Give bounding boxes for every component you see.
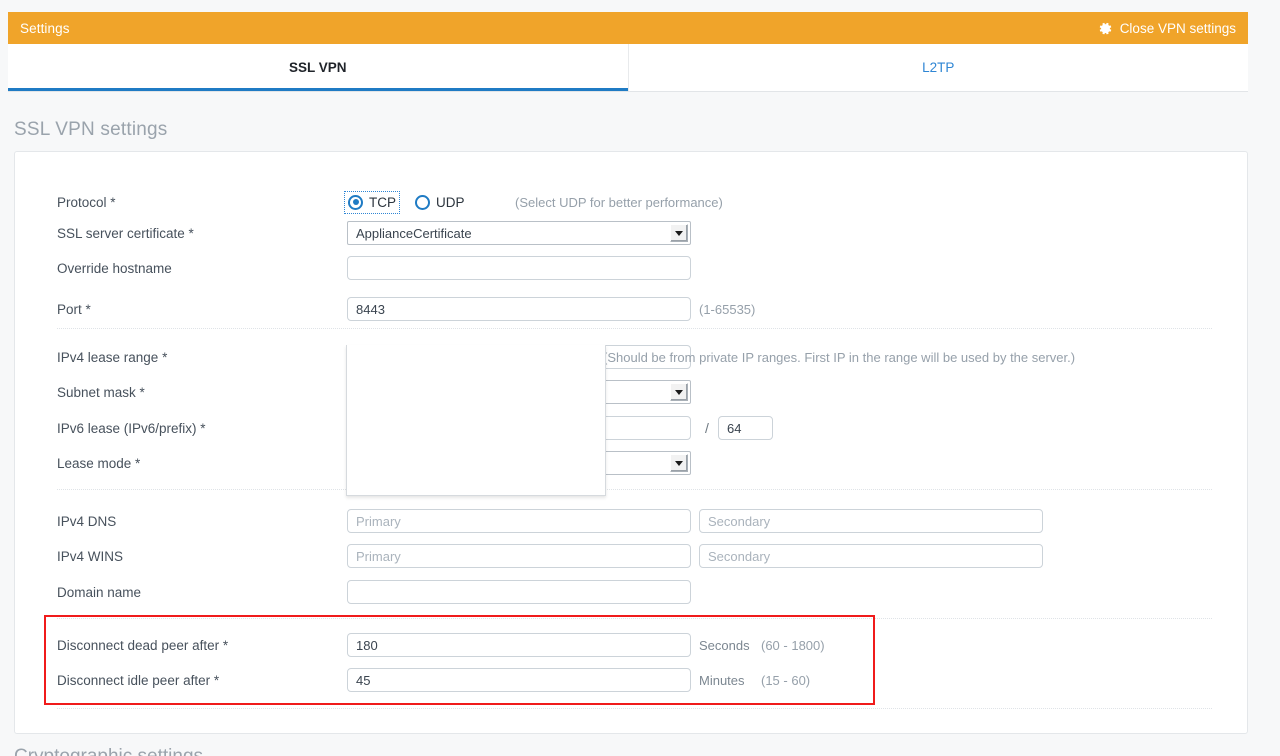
protocol-radio-group: TCP UDP bbox=[344, 190, 465, 214]
port-label: Port * bbox=[57, 301, 91, 317]
vpn-tabs: SSL VPN L2TP bbox=[8, 44, 1248, 92]
radio-protocol-udp-label: UDP bbox=[436, 194, 465, 210]
lease-mode-label: Lease mode * bbox=[57, 455, 141, 471]
radio-protocol-tcp-label: TCP bbox=[369, 194, 396, 210]
radio-selected-icon bbox=[348, 194, 363, 210]
override-hostname-input[interactable] bbox=[347, 256, 691, 280]
disconnect-dead-peer-range: (60 - 1800) bbox=[761, 637, 825, 653]
window-title: Settings bbox=[20, 20, 70, 36]
ssl-server-certificate-select[interactable]: ApplianceCertificate bbox=[347, 221, 691, 245]
row-protocol: Protocol * TCP UDP (Select UDP for bette… bbox=[15, 190, 1247, 214]
disconnect-idle-peer-label: Disconnect idle peer after * bbox=[57, 672, 220, 688]
divider bbox=[57, 708, 1212, 709]
chevron-down-icon bbox=[670, 454, 688, 472]
tab-l2tp-label: L2TP bbox=[922, 60, 955, 75]
ipv6-prefix-input[interactable] bbox=[718, 416, 773, 440]
row-disconnect-dead-peer: Disconnect dead peer after * Seconds (60… bbox=[15, 633, 1247, 657]
tab-l2tp[interactable]: L2TP bbox=[629, 44, 1249, 91]
disconnect-idle-peer-input[interactable] bbox=[347, 668, 691, 692]
row-ipv4-lease-range: IPv4 lease range * (Should be from priva… bbox=[15, 345, 1247, 369]
chevron-down-icon bbox=[670, 224, 688, 242]
ssl-vpn-settings-card: Protocol * TCP UDP (Select UDP for bette… bbox=[14, 151, 1248, 734]
close-vpn-settings-label: Close VPN settings bbox=[1119, 20, 1236, 36]
ssl-server-certificate-label: SSL server certificate * bbox=[57, 225, 194, 241]
close-vpn-settings-button[interactable]: Close VPN settings bbox=[1098, 21, 1236, 36]
subnet-mask-label: Subnet mask * bbox=[57, 384, 145, 400]
gear-icon bbox=[1098, 21, 1113, 36]
radio-protocol-tcp[interactable]: TCP bbox=[344, 190, 400, 214]
override-hostname-label: Override hostname bbox=[57, 260, 172, 276]
port-input[interactable] bbox=[347, 297, 691, 321]
radio-unselected-icon bbox=[415, 194, 430, 210]
ssl-server-certificate-value: ApplianceCertificate bbox=[356, 225, 472, 241]
divider bbox=[57, 618, 1212, 619]
divider bbox=[57, 328, 1212, 329]
domain-name-input[interactable] bbox=[347, 580, 691, 604]
divider bbox=[57, 489, 1212, 490]
row-ipv4-wins: IPv4 WINS bbox=[15, 544, 1247, 568]
ipv4-wins-label: IPv4 WINS bbox=[57, 548, 124, 564]
disconnect-idle-peer-unit: Minutes bbox=[699, 672, 745, 688]
domain-name-label: Domain name bbox=[57, 584, 142, 600]
protocol-hint: (Select UDP for better performance) bbox=[515, 194, 723, 210]
row-port: Port * (1-65535) bbox=[15, 297, 1247, 321]
ipv4-wins-primary-input[interactable] bbox=[347, 544, 691, 568]
protocol-label: Protocol * bbox=[57, 194, 116, 210]
ipv4-lease-range-label: IPv4 lease range * bbox=[57, 349, 168, 365]
row-subnet-mask: Subnet mask * bbox=[15, 380, 1247, 404]
disconnect-dead-peer-input[interactable] bbox=[347, 633, 691, 657]
vpn-settings-page: Settings Close VPN settings SSL VPN L2TP… bbox=[0, 0, 1280, 756]
ipv4-dns-primary-input[interactable] bbox=[347, 509, 691, 533]
ipv6-prefix-separator: / bbox=[705, 420, 709, 436]
disconnect-dead-peer-label: Disconnect dead peer after * bbox=[57, 637, 229, 653]
ipv4-wins-secondary-input[interactable] bbox=[699, 544, 1043, 568]
ipv6-lease-label: IPv6 lease (IPv6/prefix) * bbox=[57, 420, 206, 436]
settings-titlebar: Settings Close VPN settings bbox=[8, 12, 1248, 44]
tab-ssl-vpn-label: SSL VPN bbox=[288, 60, 347, 75]
radio-protocol-udp[interactable]: UDP bbox=[415, 194, 465, 210]
row-disconnect-idle-peer: Disconnect idle peer after * Minutes (15… bbox=[15, 668, 1247, 692]
ipv4-dns-secondary-input[interactable] bbox=[699, 509, 1043, 533]
chevron-down-icon bbox=[670, 383, 688, 401]
tab-ssl-vpn[interactable]: SSL VPN bbox=[8, 44, 629, 91]
row-ssl-server-certificate: SSL server certificate * ApplianceCertif… bbox=[15, 221, 1247, 245]
ipv4-dns-label: IPv4 DNS bbox=[57, 513, 117, 529]
row-override-hostname: Override hostname bbox=[15, 256, 1247, 280]
row-domain-name: Domain name bbox=[15, 580, 1247, 604]
disconnect-dead-peer-unit: Seconds bbox=[699, 637, 750, 653]
disconnect-idle-peer-range: (15 - 60) bbox=[761, 672, 811, 688]
row-ipv4-dns: IPv4 DNS bbox=[15, 509, 1247, 533]
page-title: SSL VPN settings bbox=[14, 119, 168, 140]
next-section-title: Cryptographic settings bbox=[14, 745, 203, 756]
dropdown-overlay-panel[interactable] bbox=[346, 345, 606, 496]
port-hint: (1-65535) bbox=[699, 301, 756, 317]
row-lease-mode: Lease mode * bbox=[15, 451, 1247, 475]
ipv4-lease-range-hint: (Should be from private IP ranges. First… bbox=[603, 349, 1076, 365]
row-ipv6-lease: IPv6 lease (IPv6/prefix) * / bbox=[15, 416, 1247, 440]
